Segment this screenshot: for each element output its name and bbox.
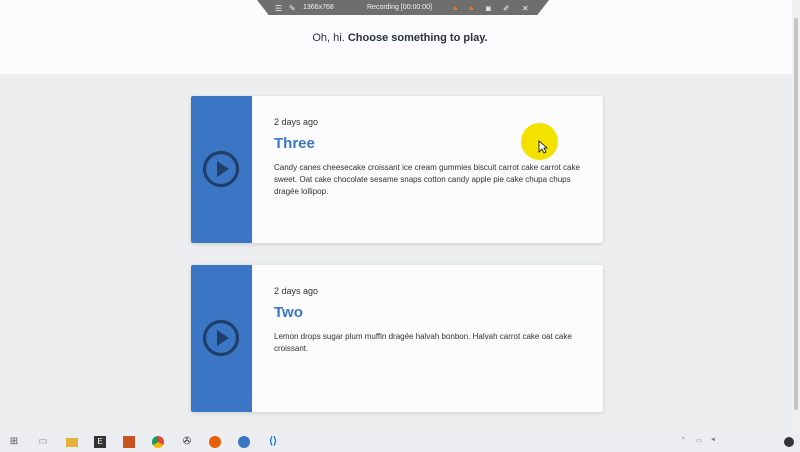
notification-badge-icon[interactable] <box>784 437 794 447</box>
volume-icon[interactable]: ◄ <box>710 437 716 443</box>
chrome-icon[interactable] <box>152 436 164 448</box>
menu-icon[interactable]: ☰ <box>275 4 282 13</box>
play-icon[interactable] <box>202 150 240 188</box>
media-card-three[interactable]: 2 days ago Three Candy canes cheesecake … <box>191 96 603 243</box>
play-icon[interactable] <box>202 319 240 357</box>
card-thumbnail[interactable] <box>191 96 252 243</box>
recording-status: Recording [00:00:00] <box>367 4 432 11</box>
windows-start-icon[interactable]: ⊞ <box>8 436 20 448</box>
media-card-two[interactable]: 2 days ago Two Lemon drops sugar plum mu… <box>191 265 603 412</box>
record-icon[interactable]: ● <box>453 4 458 13</box>
github-icon[interactable]: ✇ <box>181 436 193 448</box>
camera-icon[interactable]: ◙ <box>486 4 491 13</box>
greeting-prefix: Oh, hi. <box>312 32 345 44</box>
stop-icon[interactable]: ● <box>469 4 474 13</box>
card-description: Candy canes cheesecake croissant ice cre… <box>274 163 580 196</box>
card-date: 2 days ago <box>274 286 319 296</box>
card-date: 2 days ago <box>274 117 319 127</box>
resolution-label: 1366x768 <box>303 4 334 11</box>
app-icon[interactable] <box>123 436 135 448</box>
vscode-icon[interactable]: ⟨⟩ <box>267 436 279 448</box>
greeting: Oh, hi. Choose something to play. <box>0 32 800 44</box>
terminal-icon[interactable]: E <box>94 436 106 448</box>
pen-icon[interactable]: ✐ <box>503 4 510 13</box>
greeting-prompt: Choose something to play. <box>347 32 488 44</box>
card-thumbnail[interactable] <box>191 265 252 412</box>
mouse-pointer-icon <box>538 140 548 154</box>
scrollbar[interactable] <box>792 0 800 436</box>
firefox-icon[interactable] <box>209 436 221 448</box>
taskbar: ⊞ ▭ E ✇ ⟨⟩ ^ ▭ ◄ <box>0 433 800 452</box>
pin-icon[interactable]: ✎ <box>289 4 296 13</box>
scrollbar-thumb[interactable] <box>794 18 798 410</box>
close-icon[interactable]: ✕ <box>522 4 529 13</box>
card-description: Lemon drops sugar plum muffin dragée hal… <box>274 332 572 353</box>
task-view-icon[interactable]: ▭ <box>37 436 49 448</box>
card-title[interactable]: Two <box>274 304 303 321</box>
app-icon[interactable] <box>238 436 250 448</box>
network-icon[interactable]: ▭ <box>696 437 702 444</box>
recording-toolbar: ☰ ✎ 1366x768 Recording [00:00:00] ● ● ◙ … <box>257 0 549 15</box>
chevron-up-icon[interactable]: ^ <box>682 437 685 443</box>
card-title[interactable]: Three <box>274 135 315 152</box>
file-explorer-icon[interactable] <box>66 438 78 447</box>
